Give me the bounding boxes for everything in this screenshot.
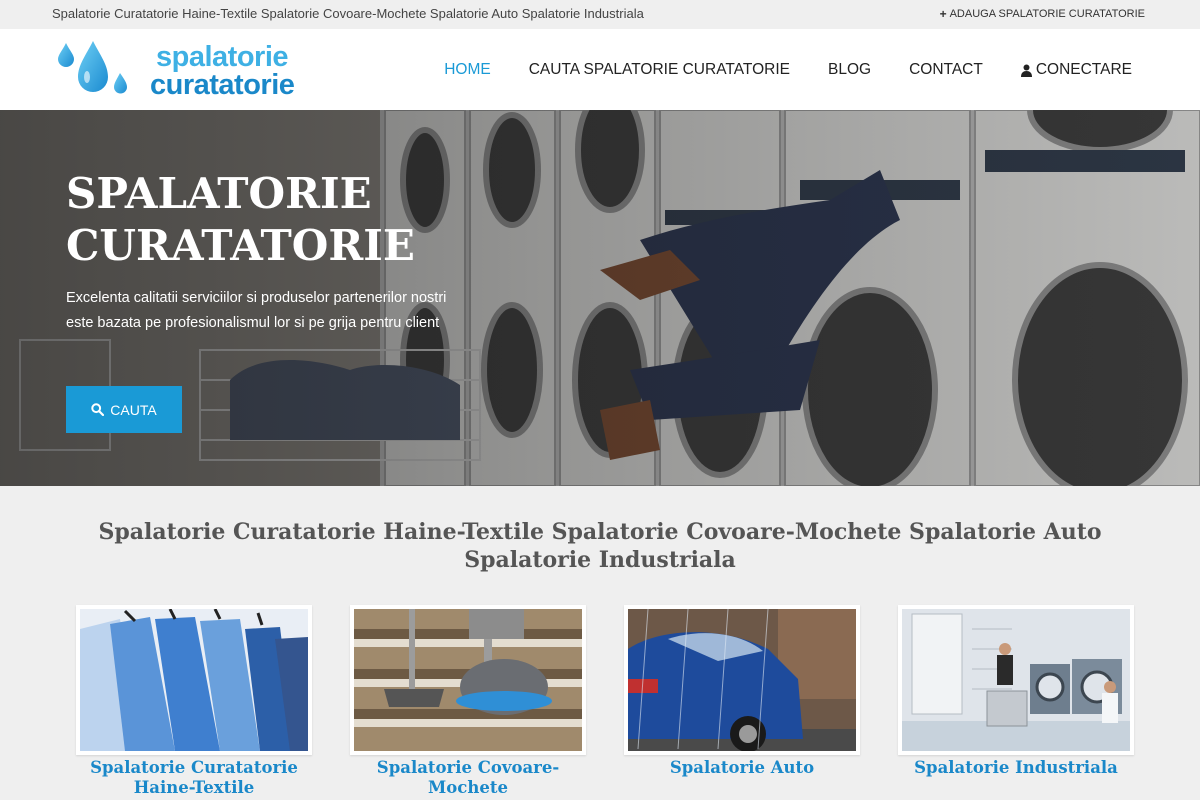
nav-contact[interactable]: CONTACT	[909, 61, 983, 79]
card-label-auto[interactable]: Spalatorie Auto	[624, 758, 860, 778]
search-button[interactable]: CAUTA	[66, 386, 182, 433]
add-laundry-label: ADAUGA SPALATORIE CURATATORIE	[949, 8, 1145, 20]
plus-icon: +	[939, 6, 947, 21]
nav-home[interactable]: HOME	[444, 61, 491, 79]
top-bar: Spalatorie Curatatorie Haine-Textile Spa…	[0, 0, 1200, 29]
card-label-industriala[interactable]: Spalatorie Industriala	[898, 758, 1134, 778]
hero-description: Excelenta calitatii serviciilor si produ…	[66, 290, 447, 331]
card-image-haine-textile[interactable]	[76, 605, 312, 755]
section-title: Spalatorie Curatatorie Haine-Textile Spa…	[98, 519, 1102, 573]
search-button-label: CAUTA	[110, 401, 157, 418]
card-label-covoare-mochete[interactable]: Spalatorie Covoare-Mochete	[350, 758, 586, 798]
nav-login-label: CONECTARE	[1035, 61, 1132, 78]
logo-line-1: spalatorie	[156, 41, 289, 73]
industrial-laundry-image	[902, 609, 1130, 751]
logo-line-2: curatatorie	[150, 69, 295, 101]
nav-login[interactable]: CONECTARE	[1020, 61, 1132, 79]
carpet-cleaning-image	[354, 609, 582, 751]
user-icon	[1020, 64, 1032, 77]
card-label-haine-textile[interactable]: Spalatorie Curatatorie Haine-Textile	[76, 758, 312, 798]
hero-title: SPALATORIE CURATATORIE	[66, 169, 415, 270]
hero-banner: SPALATORIE CURATATORIE Excelenta calitat…	[0, 110, 1200, 486]
car-wash-image	[628, 609, 856, 751]
site-logo[interactable]: spalatorie curatatorie	[56, 39, 295, 101]
site-header: spalatorie curatatorie HOME CAUTA SPALAT…	[0, 29, 1200, 110]
nav-search-laundry[interactable]: CAUTA SPALATORIE CURATATORIE	[529, 61, 790, 79]
card-image-industriala[interactable]	[898, 605, 1134, 755]
logo-text: spalatorie curatatorie	[150, 41, 295, 101]
add-laundry-link[interactable]: + ADAUGA SPALATORIE CURATATORIE	[939, 6, 1145, 21]
shirts-image	[80, 609, 308, 751]
card-image-covoare-mochete[interactable]	[350, 605, 586, 755]
main-nav: HOME CAUTA SPALATORIE CURATATORIE BLOG C…	[444, 61, 1132, 79]
water-drops-icon	[58, 41, 127, 94]
nav-blog[interactable]: BLOG	[828, 61, 871, 79]
card-image-auto[interactable]	[624, 605, 860, 755]
search-icon	[91, 403, 105, 416]
top-bar-categories: Spalatorie Curatatorie Haine-Textile Spa…	[52, 6, 644, 21]
